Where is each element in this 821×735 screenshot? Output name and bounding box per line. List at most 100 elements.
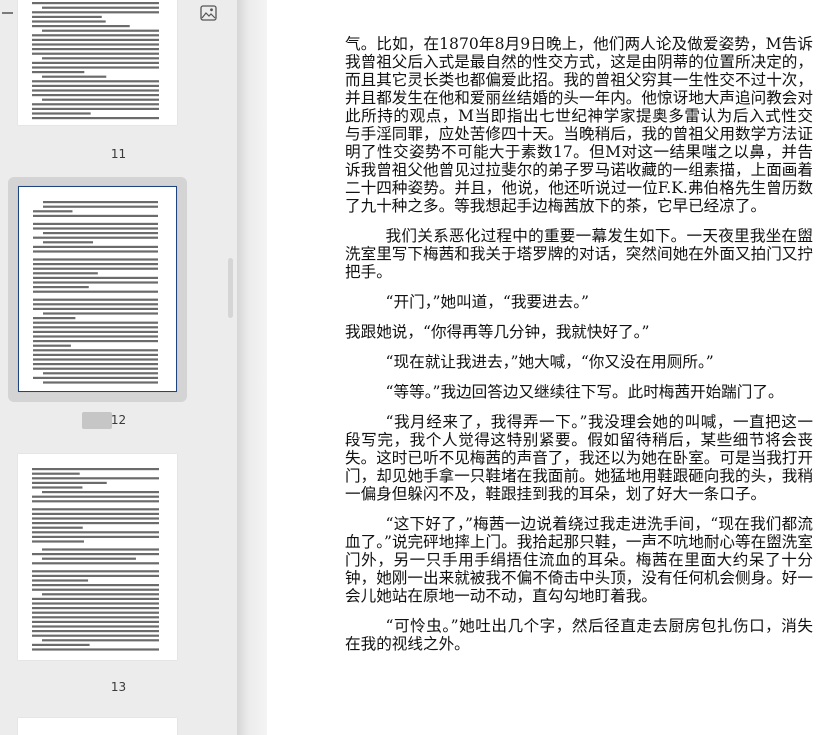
sidebar-scrollbar[interactable] bbox=[228, 258, 233, 318]
thumbnail-text-line bbox=[43, 372, 158, 375]
thumbnail-text-line bbox=[32, 2, 159, 5]
thumbnail-text-line bbox=[32, 11, 159, 14]
thumbnail-text-line bbox=[33, 281, 158, 284]
document-page: 气。比如，在1870年8月9日晚上，他们两人论及做爱姿势，M告诉我曾祖父后入式是… bbox=[267, 0, 821, 735]
thumbnail-text-line bbox=[33, 250, 158, 253]
thumbnail-text-line bbox=[32, 481, 107, 484]
thumbnail-text-line bbox=[33, 263, 158, 266]
thumbnail-text-line bbox=[32, 602, 159, 605]
thumbnail-text-line bbox=[32, 472, 80, 475]
thumbnail-text-line bbox=[32, 52, 159, 55]
thumbnail-page bbox=[18, 0, 177, 125]
thumbnail-text-line bbox=[43, 232, 158, 235]
page-number-label: 11 bbox=[110, 147, 127, 161]
thumbnail-text-line bbox=[32, 648, 159, 651]
thumbnail-text-line bbox=[43, 205, 158, 208]
thumbnail-text-line bbox=[42, 6, 159, 9]
thumbnail-text-line bbox=[33, 376, 158, 379]
thumbnail-text-line bbox=[32, 477, 159, 480]
thumbnail-text-line bbox=[32, 89, 159, 92]
thumbnail-text-line bbox=[33, 330, 158, 333]
thumbnail-text-line bbox=[33, 303, 158, 306]
thumbnail-text-line bbox=[32, 48, 159, 51]
thumbnail-text-line bbox=[32, 522, 159, 525]
thumbnail-text-line bbox=[33, 222, 158, 225]
thumbnail-text-line bbox=[33, 290, 158, 293]
thumbnail-text-line bbox=[33, 344, 71, 347]
thumbnail-text-line bbox=[33, 245, 158, 248]
body-paragraph: “等等。”我边回答边又继续往下写。此时梅茜开始踹门了。 bbox=[385, 383, 784, 401]
page-thumbnail-selected[interactable] bbox=[8, 177, 187, 402]
thumbnail-text-line bbox=[32, 597, 159, 600]
thumbnail-text-line bbox=[33, 267, 158, 270]
image-icon[interactable] bbox=[200, 5, 217, 21]
thumbnail-text-line bbox=[32, 630, 159, 633]
thumbnail-text-line bbox=[32, 94, 159, 97]
thumbnail-text-line bbox=[33, 317, 76, 320]
thumbnail-text-line bbox=[32, 61, 159, 64]
thumbnail-text-lines bbox=[32, 468, 159, 651]
thumbnail-text-line bbox=[32, 112, 91, 115]
thumbnail-text-line bbox=[32, 25, 130, 28]
thumbnail-text-line bbox=[33, 321, 158, 324]
sidebar-divider[interactable] bbox=[237, 0, 267, 735]
thumbnail-text-line bbox=[42, 491, 159, 494]
body-paragraph: “这下好了，”梅茜一边说着绕过我走进洗手间，“现在我们都流血了。”说完砰地摔上门… bbox=[345, 515, 813, 605]
thumbnail-text-line bbox=[32, 107, 159, 110]
body-paragraph: 我们关系恶化过程中的重要一幕发生如下。一天夜里我坐在盥洗室里写下梅茜和我关于塔罗… bbox=[345, 227, 813, 281]
thumbnail-text-line bbox=[33, 358, 158, 361]
thumbnail-text-line bbox=[32, 512, 159, 515]
thumbnail-page bbox=[18, 718, 177, 735]
body-paragraph: “现在就让我进去，”她大喊，“你又没在用厕所。” bbox=[385, 353, 714, 371]
thumbnail-text-line bbox=[32, 607, 159, 610]
thumbnail-text-line bbox=[33, 210, 73, 213]
thumbnail-text-line bbox=[42, 98, 159, 101]
thumbnail-text-line bbox=[33, 298, 158, 301]
body-paragraph: “开门，”她叫道，“我要进去。” bbox=[385, 293, 589, 311]
thumbnail-text-line bbox=[32, 643, 90, 646]
thumbnail-text-line bbox=[32, 531, 159, 534]
thumbnail-text-line bbox=[43, 201, 158, 204]
thumbnail-text-line bbox=[32, 117, 159, 120]
thumbnail-text-line bbox=[32, 625, 159, 628]
page-thumbnail[interactable] bbox=[8, 0, 187, 145]
thumbnail-text-line bbox=[32, 634, 159, 637]
thumbnail-page bbox=[18, 454, 177, 660]
thumbnail-text-line bbox=[33, 214, 158, 217]
thumbnail-text-line bbox=[32, 500, 159, 503]
thumbnail-text-line bbox=[33, 363, 158, 366]
thumbnail-text-line bbox=[33, 349, 158, 352]
thumbnail-text-line bbox=[32, 535, 159, 538]
page-number-label: 13 bbox=[110, 680, 127, 694]
thumbnail-text-line bbox=[42, 593, 159, 596]
thumbnail-text-line bbox=[32, 526, 83, 529]
thumbnail-text-line bbox=[32, 34, 159, 37]
thumbnail-text-line bbox=[33, 307, 158, 310]
thumbnail-text-lines bbox=[33, 201, 158, 384]
thumbnail-text-line bbox=[32, 80, 159, 83]
page-thumbnail[interactable] bbox=[8, 710, 187, 735]
thumbnail-text-line bbox=[32, 71, 85, 74]
thumbnail-text-line bbox=[33, 236, 158, 239]
thumbnail-text-line bbox=[32, 620, 159, 623]
page-number-label: 12 bbox=[110, 413, 127, 427]
thumbnail-text-line bbox=[33, 335, 158, 338]
thumbnail-text-line bbox=[32, 540, 84, 543]
thumbnail-text-line bbox=[42, 557, 136, 560]
thumbnail-text-line bbox=[32, 495, 159, 498]
thumbnail-text-line bbox=[33, 272, 98, 275]
thumbnail-text-line bbox=[32, 20, 106, 23]
thumbnail-text-line bbox=[42, 57, 159, 60]
thumbnail-text-line bbox=[32, 15, 102, 18]
thumbnail-text-line bbox=[32, 66, 159, 69]
body-paragraph: “可怜虫。”她吐出几个字，然后径直走去厨房包扎伤口，消失在我的视线之外。 bbox=[345, 617, 813, 653]
thumbnail-text-line bbox=[42, 639, 159, 642]
thumbnail-text-line bbox=[32, 584, 159, 587]
thumbnail-text-line bbox=[32, 611, 159, 614]
page-thumbnail[interactable] bbox=[8, 446, 187, 666]
thumbnail-text-line bbox=[42, 29, 159, 32]
thumbnail-text-line bbox=[32, 517, 159, 520]
thumbnail-text-line bbox=[33, 276, 158, 279]
thumbnail-text-line bbox=[42, 75, 107, 78]
thumbnail-text-line bbox=[32, 84, 159, 87]
